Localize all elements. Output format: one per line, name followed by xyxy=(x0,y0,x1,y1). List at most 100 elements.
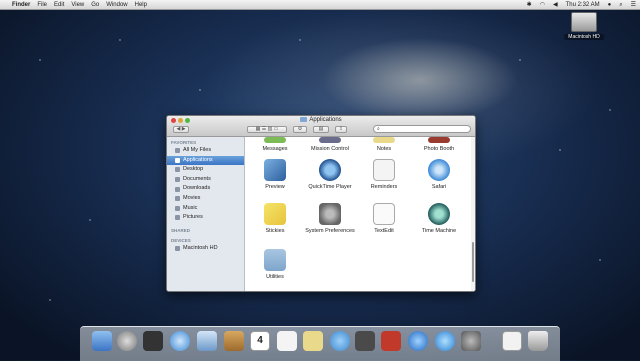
app-label: Photo Booth xyxy=(423,146,455,152)
sidebar-item-documents[interactable]: Documents xyxy=(167,175,244,185)
sidebar-item-all-my-files[interactable]: All My Files xyxy=(167,146,244,156)
preview-icon xyxy=(264,159,286,181)
spotlight-icon[interactable]: ⌕ xyxy=(619,0,622,10)
search-field[interactable]: ⌕ xyxy=(373,125,471,133)
all-files-icon xyxy=(175,148,180,154)
messages-dock-icon[interactable] xyxy=(330,331,350,351)
contacts-dock-icon[interactable] xyxy=(224,331,244,351)
music-icon xyxy=(175,205,180,211)
app-store-dock-icon[interactable] xyxy=(435,331,455,351)
search-icon: ⌕ xyxy=(377,126,380,132)
sidebar-item-desktop[interactable]: Desktop xyxy=(167,165,244,175)
time-machine-icon xyxy=(428,203,450,225)
window-title-text: Applications xyxy=(309,117,342,124)
facetime-dock-icon[interactable] xyxy=(355,331,375,351)
calendar-dock-icon[interactable]: 4 xyxy=(250,331,270,351)
app-textedit[interactable]: TextEdit xyxy=(356,203,412,234)
hard-drive-icon xyxy=(571,12,597,32)
folder-utilities[interactable]: Utilities xyxy=(247,249,303,280)
share-button[interactable]: ⇪ xyxy=(335,126,347,133)
scroll-thumb[interactable] xyxy=(472,242,474,282)
sidebar-item-applications[interactable]: Applications xyxy=(167,155,244,166)
sidebar-label: Macintosh HD xyxy=(183,244,218,251)
sidebar-label: Movies xyxy=(183,194,201,201)
menu-window[interactable]: Window xyxy=(106,0,127,10)
applications-icon xyxy=(175,157,180,163)
back-forward-buttons[interactable]: ◀ ▶ xyxy=(173,126,189,133)
system-preferences-dock-icon[interactable] xyxy=(461,331,481,351)
volume-icon[interactable]: ◀ xyxy=(553,0,558,10)
reminders-icon xyxy=(373,159,395,181)
window-titlebar: Applications ◀ ▶ ▦ ☰ ▥ ▭ ⚙ ▤ ⇪ ⌕ xyxy=(167,116,475,137)
app-stickies[interactable]: Stickies xyxy=(247,203,303,234)
desktop-drive-icon[interactable]: Macintosh HD xyxy=(564,12,604,40)
launchpad-dock-icon[interactable] xyxy=(117,331,137,351)
sidebar-label: Documents xyxy=(183,175,211,182)
trash-icon[interactable] xyxy=(528,331,548,351)
file-grid: Messages Mission Control Notes Photo Boo… xyxy=(245,137,471,291)
sidebar-label: Music xyxy=(183,204,198,211)
app-label: Mission Control xyxy=(311,146,349,152)
app-label: Preview xyxy=(265,184,285,190)
reminders-dock-icon[interactable] xyxy=(277,331,297,351)
app-messages[interactable]: Messages xyxy=(247,137,303,152)
sidebar-item-movies[interactable]: Movies xyxy=(167,194,244,204)
wifi-icon[interactable]: ◠ xyxy=(540,0,545,10)
menu-go[interactable]: Go xyxy=(91,0,99,10)
photo-booth-dock-icon[interactable] xyxy=(381,331,401,351)
app-reminders[interactable]: Reminders xyxy=(356,159,412,190)
sidebar-label: Pictures xyxy=(183,214,203,221)
app-label: Utilities xyxy=(266,274,284,280)
menu-help[interactable]: Help xyxy=(135,0,147,10)
user-icon[interactable]: ● xyxy=(608,0,612,10)
clock[interactable]: Thu 2:32 AM xyxy=(566,0,600,10)
documents-stack-icon[interactable] xyxy=(502,331,522,351)
arrange-menu-button[interactable]: ▤ xyxy=(313,126,329,133)
app-safari[interactable]: Safari xyxy=(411,159,467,190)
app-label: Time Machine xyxy=(421,228,457,234)
app-time-machine[interactable]: Time Machine xyxy=(411,203,467,234)
app-label: Safari xyxy=(431,184,447,190)
movies-icon xyxy=(175,196,180,202)
app-preview[interactable]: Preview xyxy=(247,159,303,190)
folder-icon xyxy=(300,117,308,122)
mail-dock-icon[interactable] xyxy=(197,331,217,351)
finder-dock-icon[interactable] xyxy=(92,331,112,351)
menu-finder[interactable]: Finder xyxy=(12,0,30,10)
quicktime-icon xyxy=(319,159,341,181)
desktop-drive-label: Macintosh HD xyxy=(564,34,604,40)
sidebar-label: All My Files xyxy=(183,147,212,153)
app-mission-control[interactable]: Mission Control xyxy=(302,137,358,152)
finder-window: Applications ◀ ▶ ▦ ☰ ▥ ▭ ⚙ ▤ ⇪ ⌕ FAVORIT… xyxy=(166,115,476,292)
view-mode-buttons[interactable]: ▦ ☰ ▥ ▭ xyxy=(247,126,287,133)
window-title: Applications xyxy=(167,117,475,123)
app-label: System Preferences xyxy=(305,228,355,234)
mission-control-icon xyxy=(319,137,341,143)
menu-bar: Finder File Edit View Go Window Help ✱ ◠… xyxy=(0,0,640,10)
notes-icon xyxy=(373,137,395,143)
sidebar-item-pictures[interactable]: Pictures xyxy=(167,213,244,223)
app-label: QuickTime Player xyxy=(308,184,352,190)
sidebar-item-music[interactable]: Music xyxy=(167,204,244,214)
sidebar-item-downloads[interactable]: Downloads xyxy=(167,184,244,194)
safari-dock-icon[interactable] xyxy=(170,331,190,351)
menu-view[interactable]: View xyxy=(71,0,84,10)
itunes-dock-icon[interactable] xyxy=(408,331,428,351)
sidebar-item-macintosh-hd[interactable]: Macintosh HD xyxy=(167,244,244,254)
sidebar: FAVORITES All My Files Applications Desk… xyxy=(167,137,245,291)
vertical-scrollbar[interactable] xyxy=(471,137,475,291)
menu-edit[interactable]: Edit xyxy=(54,0,64,10)
menu-file[interactable]: File xyxy=(37,0,47,10)
photo-booth-icon xyxy=(428,137,450,143)
app-photo-booth[interactable]: Photo Booth xyxy=(411,137,467,152)
app-notes[interactable]: Notes xyxy=(356,137,412,152)
app-quicktime-player[interactable]: QuickTime Player xyxy=(302,159,358,190)
notes-dock-icon[interactable] xyxy=(303,331,323,351)
sidebar-label: Downloads xyxy=(183,185,211,192)
app-system-preferences[interactable]: System Preferences xyxy=(302,203,358,234)
notification-center-icon[interactable]: ☰ xyxy=(631,0,636,10)
mission-control-dock-icon[interactable] xyxy=(143,331,163,351)
app-label: Notes xyxy=(376,146,392,152)
action-menu-button[interactable]: ⚙ xyxy=(293,126,307,133)
bluetooth-icon[interactable]: ✱ xyxy=(527,0,532,10)
